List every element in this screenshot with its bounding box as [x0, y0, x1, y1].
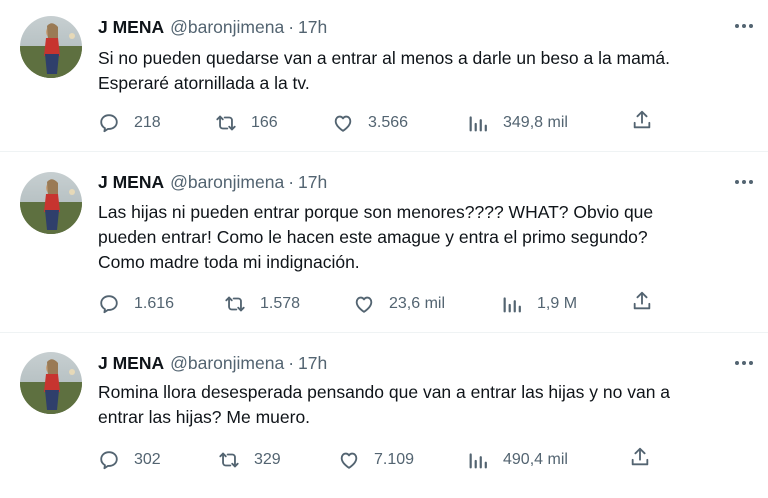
- like-count: 23,6 mil: [389, 295, 446, 312]
- retweet-button[interactable]: 166: [215, 109, 278, 137]
- tweet[interactable]: J MENA @baronjimena · 17h Si no pueden q…: [0, 0, 768, 152]
- retweet-count: 329: [254, 451, 281, 468]
- user-handle[interactable]: @baronjimena: [170, 17, 284, 38]
- like-count: 3.566: [368, 114, 409, 131]
- display-name[interactable]: J MENA: [98, 17, 164, 38]
- views-icon: [469, 453, 487, 469]
- share-button[interactable]: [631, 109, 653, 131]
- reply-count: 302: [134, 451, 161, 468]
- reply-button[interactable]: 1.616: [98, 290, 174, 318]
- share-button[interactable]: [629, 446, 651, 468]
- tweet-text: Las hijas ni pueden entrar porque son me…: [98, 202, 654, 272]
- retweet-button[interactable]: 1.578: [224, 290, 300, 318]
- tweet-header: J MENA @baronjimena · 17h: [98, 170, 327, 194]
- tweet[interactable]: J MENA @baronjimena · 17h Romina llora d…: [0, 333, 768, 498]
- tweet[interactable]: J MENA @baronjimena · 17h Las hijas ni p…: [0, 152, 768, 333]
- views-count: 490,4 mil: [503, 451, 568, 468]
- heart-icon: [355, 296, 373, 313]
- reply-button[interactable]: 302: [98, 446, 161, 474]
- retweet-count: 1.578: [260, 295, 301, 312]
- views-count: 349,8 mil: [503, 114, 568, 131]
- more-icon: [735, 361, 753, 365]
- share-button[interactable]: [631, 290, 653, 312]
- views-button[interactable]: 1,9 M: [501, 290, 577, 318]
- heart-icon: [334, 115, 352, 132]
- retweet-icon: [225, 296, 245, 312]
- reply-icon: [100, 295, 118, 314]
- reply-count: 218: [134, 114, 161, 131]
- display-name[interactable]: J MENA: [98, 172, 164, 193]
- tweet-actions: 302 329 7.109 490,4 mil: [98, 446, 658, 474]
- like-count: 7.109: [374, 451, 415, 468]
- retweet-count: 166: [251, 114, 278, 131]
- heart-icon: [340, 452, 358, 469]
- avatar[interactable]: [20, 352, 82, 414]
- separator: ·: [288, 16, 295, 37]
- tweet-header: J MENA @baronjimena · 17h: [98, 351, 327, 375]
- reply-icon: [100, 114, 118, 133]
- views-button[interactable]: 490,4 mil: [467, 446, 568, 474]
- like-button[interactable]: 23,6 mil: [353, 290, 445, 318]
- timestamp[interactable]: 17h: [298, 353, 327, 374]
- share-icon: [631, 447, 649, 466]
- separator: ·: [288, 352, 295, 373]
- tweet-text: Romina llora desesperada pensando que va…: [98, 382, 671, 427]
- user-handle[interactable]: @baronjimena: [170, 172, 284, 193]
- tweet-text: Si no pueden quedarse van a entrar al me…: [98, 48, 671, 93]
- avatar[interactable]: [20, 16, 82, 78]
- timestamp[interactable]: 17h: [298, 172, 327, 193]
- more-icon: [735, 180, 753, 184]
- more-icon: [735, 24, 753, 28]
- reply-count: 1.616: [134, 295, 175, 312]
- timestamp[interactable]: 17h: [298, 17, 327, 38]
- retweet-icon: [219, 452, 239, 468]
- more-options-button[interactable]: [732, 172, 756, 192]
- views-icon: [469, 116, 487, 132]
- retweet-icon: [216, 115, 236, 131]
- views-count: 1,9 M: [537, 295, 578, 312]
- like-button[interactable]: 3.566: [332, 109, 408, 137]
- user-handle[interactable]: @baronjimena: [170, 353, 284, 374]
- tweet-header: J MENA @baronjimena · 17h: [98, 15, 327, 39]
- views-icon: [503, 297, 521, 313]
- avatar[interactable]: [20, 172, 82, 234]
- more-options-button[interactable]: [732, 16, 756, 36]
- reply-icon: [100, 451, 118, 470]
- separator: ·: [288, 171, 295, 192]
- views-button[interactable]: 349,8 mil: [467, 109, 568, 137]
- tweet-actions: 218 166 3.566 349,8 mil: [98, 109, 658, 137]
- share-icon: [633, 291, 651, 310]
- display-name[interactable]: J MENA: [98, 353, 164, 374]
- tweet-actions: 1.616 1.578 23,6 mil 1,9 M: [98, 290, 658, 318]
- share-icon: [633, 110, 651, 129]
- more-options-button[interactable]: [732, 353, 756, 373]
- like-button[interactable]: 7.109: [338, 446, 414, 474]
- retweet-button[interactable]: 329: [218, 446, 281, 474]
- reply-button[interactable]: 218: [98, 109, 161, 137]
